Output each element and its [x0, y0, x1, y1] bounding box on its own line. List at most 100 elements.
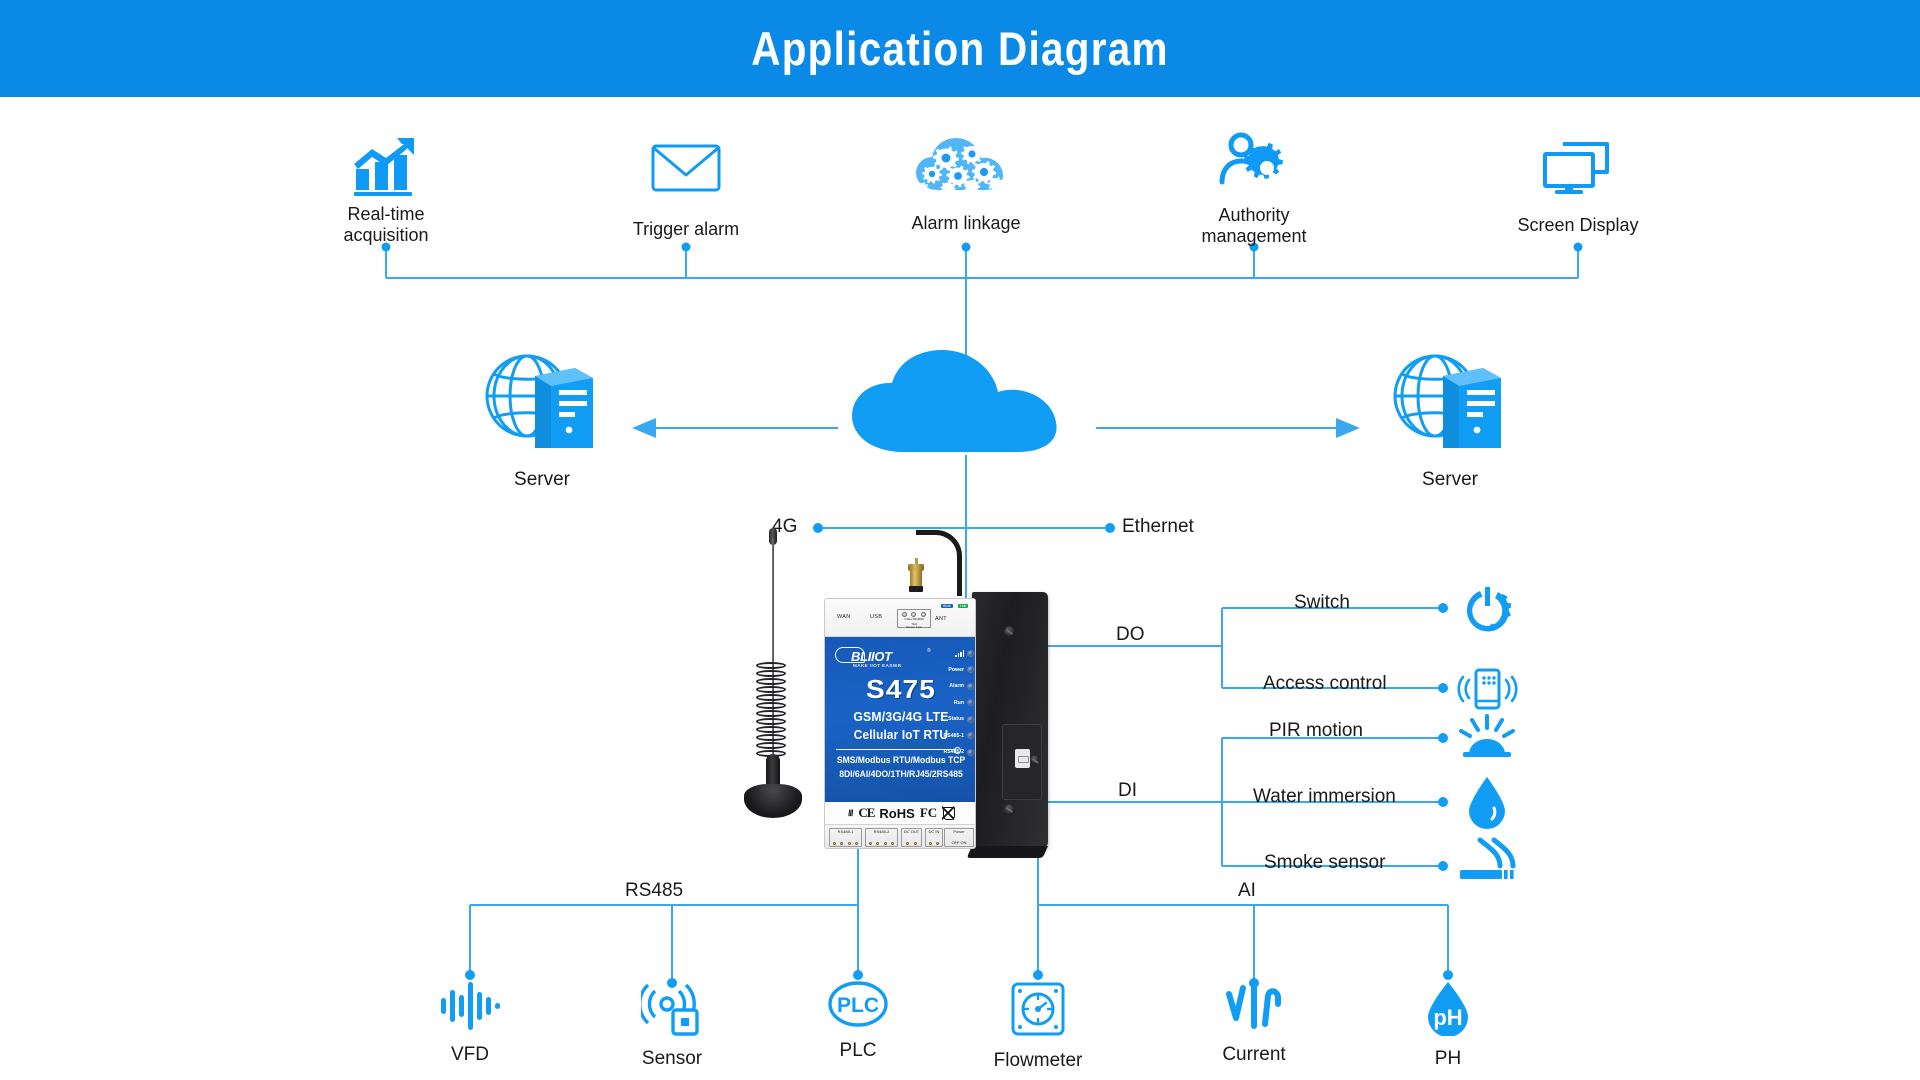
uplink-label-ethernet: Ethernet — [1122, 516, 1194, 537]
io-branch-label-do: DO — [1116, 624, 1145, 645]
cloud-node — [846, 348, 1086, 461]
cloud-icon — [846, 348, 1086, 461]
di-item-smoke-sensor[interactable] — [1452, 836, 1522, 891]
server-label: Server — [1422, 469, 1478, 490]
led-dot — [967, 732, 974, 740]
ph-badge-text: pH — [1433, 1005, 1462, 1030]
power-switch[interactable]: Power OFF ON — [944, 828, 974, 847]
device-spec-line-4: 8DI/6AI/4DO/1TH/RJ45/2RS485 — [839, 769, 963, 780]
field-device-label: Sensor — [641, 1048, 703, 1069]
field-device-ph[interactable]: pH PH — [1388, 980, 1508, 1070]
field-device-label: PH — [1434, 1048, 1462, 1069]
flowmeter-icon — [1009, 980, 1067, 1043]
cloud-service-alarm-linkage[interactable]: Alarm linkage — [886, 134, 1046, 234]
sensor-input-line3: Sensor Input — [906, 625, 922, 629]
led-dot — [967, 748, 974, 756]
led-label: Status — [948, 716, 964, 723]
current-waveform-icon — [1223, 980, 1285, 1037]
server-label: Server — [514, 469, 570, 490]
cloud-gears-icon — [914, 134, 1018, 201]
field-device-label: Flowmeter — [993, 1050, 1083, 1071]
device-side-body — [972, 592, 1048, 849]
power-switch-states: OFF ON — [951, 839, 967, 845]
server-right[interactable]: Server — [1370, 348, 1530, 491]
sim-card-slot[interactable] — [1002, 724, 1042, 800]
led-label-work: Work — [941, 604, 953, 608]
terminal-label: DC OUT — [903, 829, 920, 834]
field-device-label: PLC — [839, 1040, 877, 1061]
cloud-service-label: Trigger alarm — [632, 219, 740, 239]
plc-badge-text: PLC — [837, 994, 879, 1017]
led-row-rs485-2: RS485-2 — [926, 744, 974, 761]
field-device-vfd[interactable]: VFD — [410, 980, 530, 1066]
brand-name: BLIIOT — [851, 649, 892, 664]
sensor-wave-icon — [638, 980, 703, 1041]
ce-mark: CE — [858, 805, 875, 820]
sensor-input-terminal: 1-Wire DS18B20 T&H Sensor Input — [897, 609, 931, 629]
di-item-label-water-immersion: Water immersion — [1253, 786, 1396, 807]
cloud-service-label: Screen Display — [1517, 215, 1639, 235]
globe-server-icon — [1391, 348, 1509, 463]
power-switch-icon — [1458, 583, 1516, 640]
rohs-mark: RoHS — [879, 805, 915, 821]
field-device-current[interactable]: Current — [1194, 980, 1314, 1066]
cloud-service-authority-management[interactable]: Authority management — [1174, 132, 1334, 246]
page-title: Application Diagram — [751, 22, 1169, 75]
server-left[interactable]: Server — [462, 348, 622, 491]
smoke-sensor-icon — [1456, 836, 1518, 891]
waves-icon: \\\ — [846, 808, 854, 818]
certification-strip: \\\ CE RoHS FC — [825, 802, 975, 824]
led-label: RS485-2 — [943, 749, 964, 756]
cloud-service-label: Real-time acquisition — [343, 204, 429, 245]
device-top-strip: WAN USB 1-Wire DS18B20 T&H Sensor Input … — [825, 599, 975, 637]
cloud-service-label: Alarm linkage — [911, 213, 1021, 233]
application-diagram-page: Application Diagram Real-time acquisitio… — [0, 0, 1920, 1080]
field-device-plc[interactable]: PLC PLC — [798, 980, 918, 1062]
do-item-switch[interactable] — [1452, 583, 1522, 640]
rtu-device[interactable]: WAN USB 1-Wire DS18B20 T&H Sensor Input … — [824, 530, 1048, 862]
terminal-dc-out: DC OUT — [901, 828, 922, 847]
antenna-magnetic-base — [744, 784, 802, 818]
terminal-label: RS485-1 — [837, 829, 854, 834]
dual-monitor-icon — [1537, 140, 1619, 201]
user-gear-icon — [1216, 132, 1292, 195]
led-dot — [967, 682, 974, 690]
device-blue-face: BLIIOT MAKE IIOT EASIER ® S475 GSM/3G/4G… — [825, 637, 975, 802]
field-device-label: Current — [1222, 1044, 1286, 1065]
led-row-run: Run — [926, 695, 974, 712]
pir-motion-icon — [1457, 714, 1517, 763]
cellular-antenna — [728, 522, 818, 848]
led-dot — [967, 715, 974, 723]
terminal-rs485-1: RS485-1 — [829, 828, 862, 847]
field-device-flowmeter[interactable]: Flowmeter — [978, 980, 1098, 1072]
port-label-ant: ANT — [935, 616, 947, 622]
di-item-label-pir-motion: PIR motion — [1269, 720, 1363, 741]
cloud-service-screen-display[interactable]: Screen Display — [1498, 140, 1658, 236]
led-dot — [967, 666, 974, 674]
envelope-icon — [649, 140, 723, 201]
water-drop-icon — [1463, 775, 1511, 836]
plc-badge-icon: PLC — [827, 980, 889, 1033]
do-item-access-control[interactable] — [1452, 666, 1522, 717]
led-label-link: Link — [958, 604, 969, 608]
led-label: Run — [953, 699, 964, 706]
screw-icon — [1030, 755, 1039, 764]
field-device-sensor[interactable]: Sensor — [612, 980, 732, 1070]
led-row-status: Status — [926, 711, 974, 728]
power-label: Power — [953, 829, 965, 834]
cloud-service-real-time-acquisition[interactable]: Real-time acquisition — [306, 136, 466, 245]
brand-logo: BLIIOT MAKE IIOT EASIER ® — [835, 646, 931, 672]
fcc-mark: FC — [919, 805, 938, 820]
led-row-power: Power — [926, 662, 974, 679]
terminal-label: RS485-2 — [873, 829, 890, 834]
cloud-service-trigger-alarm[interactable]: Trigger alarm — [606, 140, 766, 240]
di-item-pir-motion[interactable] — [1452, 714, 1522, 763]
led-row-alarm: Alarm — [926, 678, 974, 695]
terminal-dc-in: DC IN — [925, 828, 943, 847]
di-item-water-immersion[interactable] — [1452, 775, 1522, 836]
field-bus-label-ai: AI — [1238, 880, 1256, 901]
weee-bin-icon — [942, 806, 956, 820]
do-item-label-access-control: Access control — [1263, 673, 1387, 694]
led-indicator-group: Power Alarm Run Status RS485-1 RS485-2 — [926, 645, 974, 761]
bar-chart-growth-icon — [350, 136, 422, 201]
